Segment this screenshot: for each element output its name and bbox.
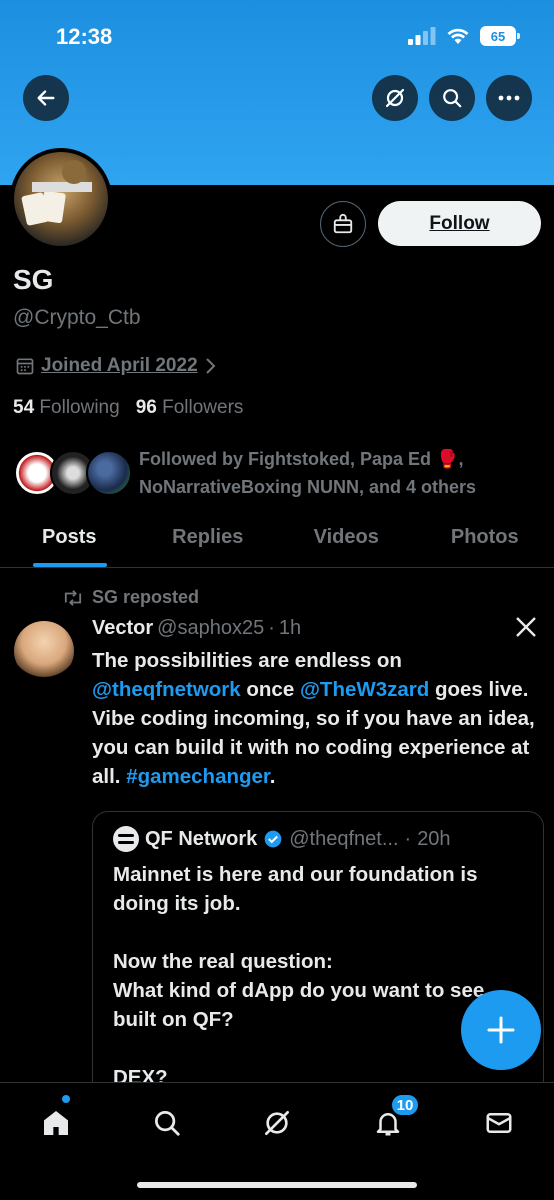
post-author-avatar[interactable] (14, 621, 74, 681)
post-text-part: The possibilities are endless on (92, 649, 402, 672)
grok-button[interactable] (372, 75, 418, 121)
followed-by[interactable]: Followed by Fightstoked, Papa Ed 🥊, NoNa… (14, 445, 544, 497)
x-logo-icon (516, 617, 536, 637)
search-button[interactable] (429, 75, 475, 121)
back-button[interactable] (23, 75, 69, 121)
subscribe-button[interactable] (320, 201, 366, 247)
arrow-left-icon (37, 90, 55, 106)
repost-indicator: SG reposted (62, 587, 199, 608)
post-time[interactable]: 1h (279, 617, 301, 640)
nav-search[interactable] (145, 1101, 189, 1145)
tab-posts[interactable]: Posts (0, 520, 139, 567)
wifi-icon (447, 28, 469, 44)
post-text: The possibilities are endless on @theqfn… (92, 646, 544, 791)
battery-indicator: 65 (480, 26, 520, 46)
mention-link[interactable]: @TheW3zard (300, 678, 429, 701)
joined-label: Joined April 2022 (41, 355, 198, 376)
mail-icon (486, 1113, 512, 1133)
nav-home[interactable] (34, 1101, 78, 1145)
profile-name: SG (13, 264, 54, 295)
compose-button[interactable] (461, 990, 541, 1070)
status-time: 12:38 (56, 24, 113, 49)
follow-counts: 54 Following 96 Followers (13, 397, 243, 419)
quote-author-name: QF Network (145, 827, 258, 850)
following-count: 54 (13, 397, 35, 418)
repost-icon (64, 589, 82, 606)
verified-badge-icon (264, 830, 282, 848)
followers-count: 96 (135, 397, 157, 418)
more-icon (498, 95, 520, 101)
home-unread-dot (62, 1095, 70, 1103)
hashtag-link[interactable]: #gamechanger (126, 765, 270, 788)
profile-tabs: Posts Replies Videos Photos (0, 520, 554, 568)
followers-label: Followers (162, 397, 244, 418)
post-text-part: once (240, 678, 300, 701)
repost-label: SG reposted (92, 587, 200, 607)
quote-author-handle: @theqfnet... (289, 827, 399, 850)
joined-date[interactable]: Joined April 2022 (15, 355, 218, 377)
profile-avatar[interactable] (10, 148, 112, 250)
avatar-image (21, 160, 92, 226)
nav-grok[interactable] (255, 1101, 299, 1145)
mention-link[interactable]: @theqfnetwork (92, 678, 241, 701)
followed-by-text: Followed by Fightstoked, Papa Ed 🥊, NoNa… (139, 449, 477, 497)
gift-icon (333, 213, 353, 234)
follow-button[interactable]: Follow (378, 201, 541, 246)
post-author-name[interactable]: Vector (92, 617, 153, 640)
quote-text: Mainnet is here and our foundation is do… (113, 863, 485, 1089)
home-icon (44, 1111, 68, 1135)
notifications-badge: 10 (390, 1093, 420, 1117)
post-separator: · (268, 617, 275, 639)
more-button[interactable] (486, 75, 532, 121)
mutual-avatar (86, 450, 132, 496)
quote-separator: · (404, 827, 412, 850)
following-link[interactable]: 54 Following (13, 397, 120, 419)
tab-photos[interactable]: Photos (416, 520, 554, 567)
chevron-right-icon (205, 358, 216, 374)
post-author-handle[interactable]: @saphox25 (157, 617, 264, 640)
nav-messages[interactable] (477, 1101, 521, 1145)
post-header: Vector @saphox25 · 1h (92, 617, 301, 640)
tab-replies[interactable]: Replies (139, 520, 278, 567)
profile-handle: @Crypto_Ctb (13, 306, 141, 329)
home-indicator (137, 1182, 417, 1188)
tab-videos[interactable]: Videos (277, 520, 416, 567)
quoted-post-header: QF Network @theqfnet... · 20h (113, 826, 451, 852)
post-text-part: . (269, 765, 276, 788)
search-icon (443, 89, 462, 108)
quote-author-avatar (113, 826, 139, 852)
status-bar: 12:38 65 (0, 22, 554, 52)
plus-icon (487, 1016, 515, 1044)
grok-icon (385, 88, 405, 108)
grok-icon (265, 1111, 289, 1135)
followers-link[interactable]: 96 Followers (136, 397, 244, 419)
following-label: Following (39, 397, 120, 418)
qf-logo-icon (118, 834, 134, 844)
quote-time: 20h (417, 827, 451, 850)
calendar-icon (16, 358, 34, 375)
search-icon (155, 1111, 180, 1136)
signal-icon (408, 27, 436, 45)
quoted-post[interactable]: QF Network @theqfnet... · 20h Mainnet is… (92, 811, 544, 1111)
